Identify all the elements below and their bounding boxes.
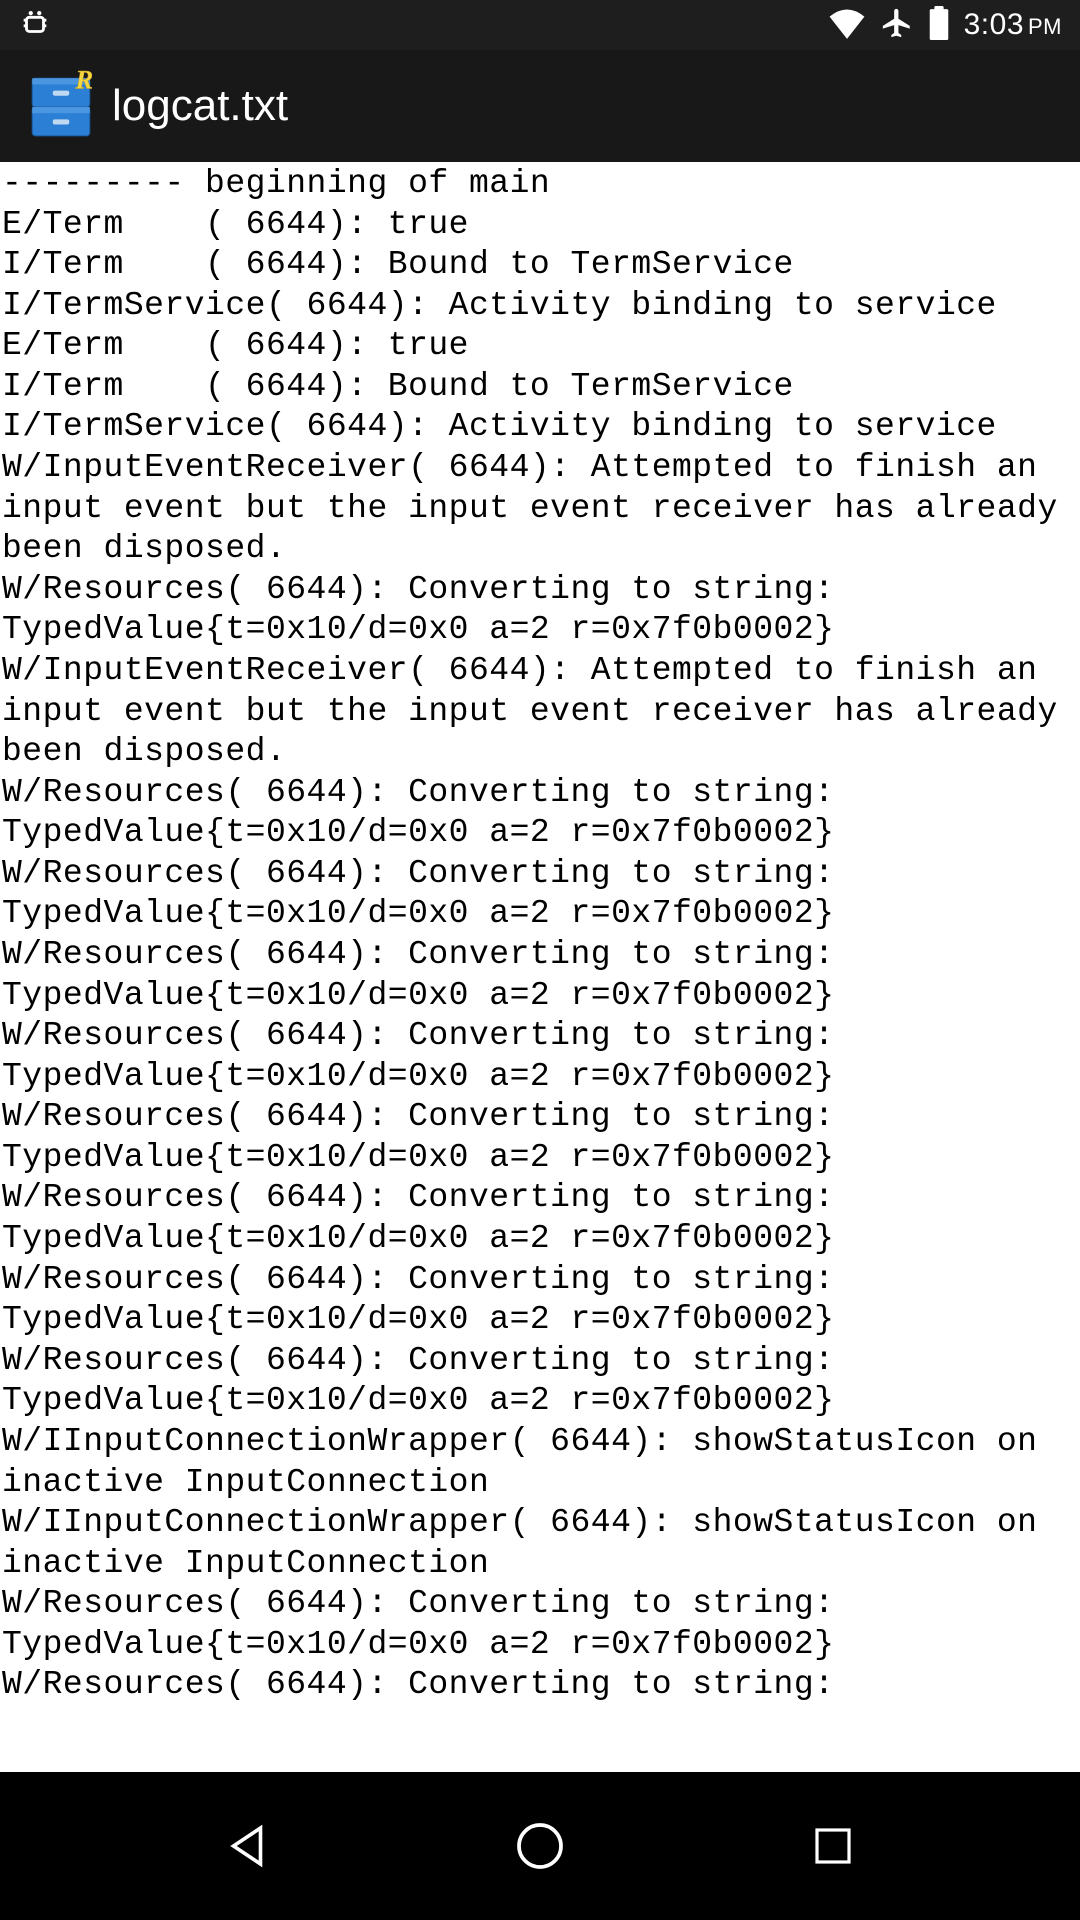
log-content[interactable]: --------- beginning of main E/Term ( 664… [0,162,1080,1772]
time-ampm: PM [1028,14,1062,39]
navigation-bar [0,1772,1080,1920]
time-value: 3:03 [964,8,1024,41]
recent-apps-button[interactable] [798,1811,868,1881]
status-time: 3:03PM [964,8,1062,42]
app-icon[interactable]: R [30,70,92,142]
home-button[interactable] [505,1811,575,1881]
status-right: 3:03PM [828,6,1062,45]
debug-icon [18,6,52,45]
wifi-icon [828,7,866,44]
app-bar: R logcat.txt [0,50,1080,162]
status-bar: 3:03PM [0,0,1080,50]
status-left [18,6,52,45]
svg-text:R: R [74,70,92,95]
airplane-icon [880,6,914,45]
app-title: logcat.txt [112,81,288,131]
back-button[interactable] [212,1811,282,1881]
battery-icon [928,6,950,45]
